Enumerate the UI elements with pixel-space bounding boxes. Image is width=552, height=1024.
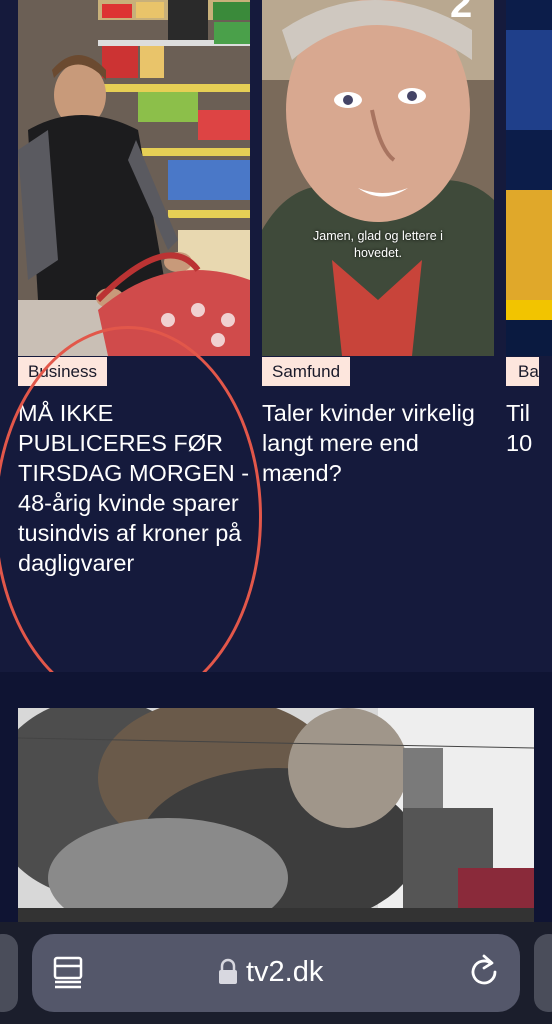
category-tag[interactable]: Samfund	[262, 357, 351, 386]
article-headline[interactable]: MÅ IKKE PUBLICERES FØR TIRSDAG MORGEN - …	[18, 398, 250, 578]
previous-tab-edge[interactable]	[0, 934, 18, 1012]
article-card-2[interactable]: Jamen, glad og lettere i hovedet. 2 Samf…	[262, 0, 494, 672]
article-card-1[interactable]: Business MÅ IKKE PUBLICERES FØR TIRSDAG …	[18, 0, 250, 672]
rank-badge: 2	[450, 0, 473, 26]
article-headline[interactable]: Taler kvinder virkelig langt mere end mæ…	[262, 398, 502, 488]
article-card-3[interactable]: Ba Til 10	[506, 0, 552, 672]
article-headline[interactable]: Til 10	[506, 398, 546, 458]
article-image-sports-arena[interactable]	[506, 0, 552, 356]
article-carousel: Business MÅ IKKE PUBLICERES FØR TIRSDAG …	[0, 0, 552, 672]
lock-icon	[218, 958, 238, 986]
video-caption: Jamen, glad og lettere i hovedet.	[313, 229, 443, 260]
reload-icon[interactable]	[468, 954, 502, 990]
tabs-icon[interactable]	[52, 955, 86, 989]
article-image-older-man[interactable]	[262, 0, 494, 356]
article-image-woman-supermarket[interactable]	[18, 0, 250, 356]
next-tab-edge[interactable]	[534, 934, 552, 1012]
featured-image-smoke-fire[interactable]	[18, 708, 534, 922]
category-tag[interactable]: Ba	[506, 357, 539, 386]
category-tag[interactable]: Business	[18, 357, 107, 386]
url-text[interactable]: tv2.dk	[246, 954, 323, 990]
